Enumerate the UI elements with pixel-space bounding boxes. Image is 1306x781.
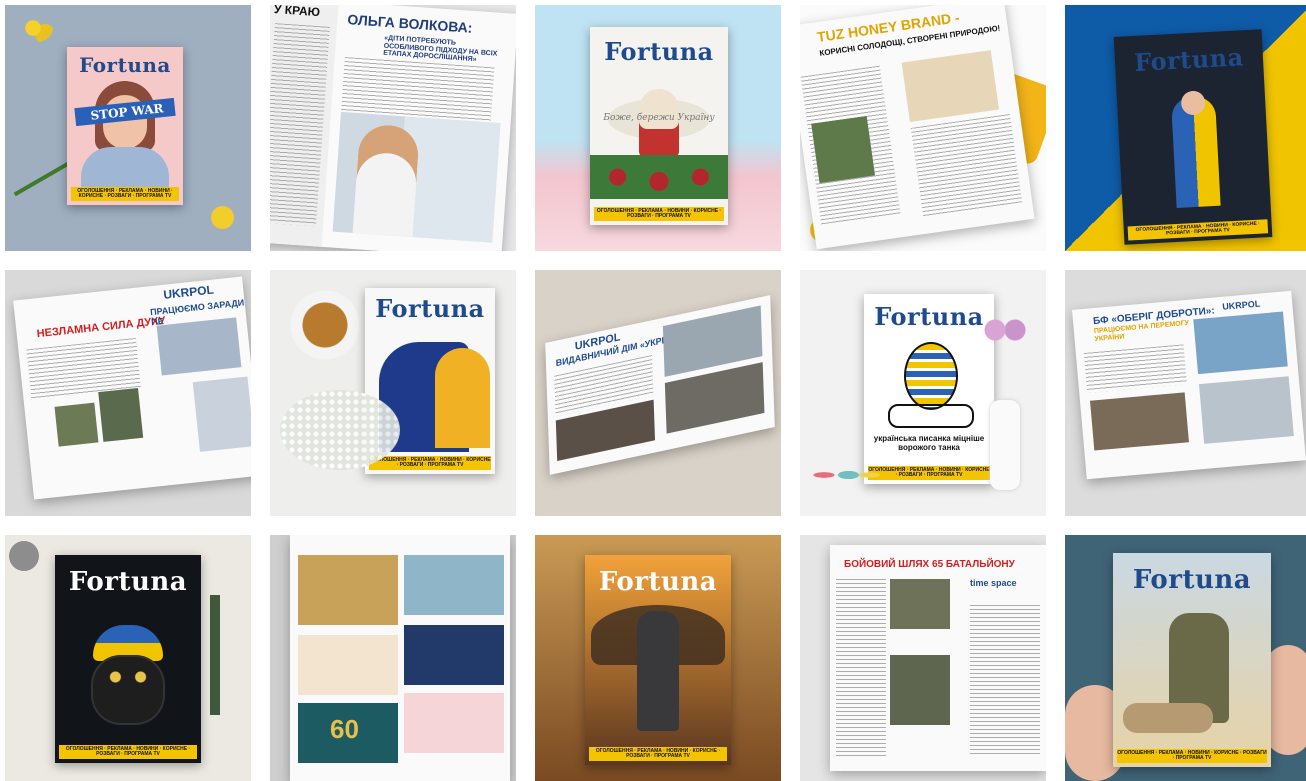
flowers-decoration bbox=[13, 13, 53, 43]
people-photo bbox=[1198, 376, 1294, 444]
rose-field bbox=[590, 155, 728, 199]
sandbags bbox=[1123, 703, 1213, 733]
yellow-shape bbox=[435, 348, 490, 448]
building-photo bbox=[1193, 311, 1288, 375]
honey-products-photo bbox=[901, 50, 1000, 123]
magazine-spread: 60 bbox=[290, 535, 510, 781]
cover-slogan: українська писанка міцніше ворожого танк… bbox=[873, 434, 985, 452]
magazine-logo: Fortuna bbox=[604, 37, 714, 66]
magazine-logo: Fortuna bbox=[1133, 42, 1245, 77]
text-columns bbox=[970, 605, 1040, 755]
portfolio-grid: Fortuna STOP WAR ОГОЛОШЕННЯ · РЕКЛАМА · … bbox=[5, 5, 1306, 781]
magazine-spread: БФ «ОБЕРІГ ДОБРОТИ»: ПРАЦЮЄМО НА ПЕРЕМОГ… bbox=[1072, 290, 1306, 480]
article-headline: НЕЗЛАМНА СИЛА ДУХУ bbox=[36, 314, 166, 341]
child-shirt bbox=[81, 147, 169, 187]
tank-drawing bbox=[888, 404, 974, 428]
tile-stop-war-cover[interactable]: Fortuna STOP WAR ОГОЛОШЕННЯ · РЕКЛАМА · … bbox=[5, 5, 251, 251]
soldiers-photo bbox=[890, 579, 950, 629]
warrior-figure bbox=[637, 611, 679, 731]
babys-breath-flowers bbox=[280, 390, 400, 470]
magazine-spread: У КРАЮ ОЛЬГА ВОЛКОВА: «ДІТИ ПОТРЕБУЮТЬ О… bbox=[270, 5, 516, 251]
angel-figure bbox=[639, 89, 679, 159]
article-headline: ОЛЬГА ВОЛКОВА: bbox=[346, 11, 473, 36]
tile-volkova-spread[interactable]: У КРАЮ ОЛЬГА ВОЛКОВА: «ДІТИ ПОТРЕБУЮТЬ О… bbox=[270, 5, 516, 251]
magazine-logo: Fortuna bbox=[68, 567, 188, 597]
magazine-logo: Fortuna bbox=[79, 53, 171, 77]
tile-held-cover[interactable]: Fortuna ОГОЛОШЕННЯ · РЕКЛАМА · НОВИНИ · … bbox=[1065, 535, 1306, 781]
easter-eggs bbox=[810, 460, 880, 490]
text-columns bbox=[1083, 344, 1187, 393]
beekeeper-photo bbox=[811, 115, 876, 184]
tile-battalion-spread[interactable]: БОЙОВИЙ ШЛЯХ 65 БАТАЛЬЙОНУ time space bbox=[800, 535, 1046, 781]
tile-oberig-spread[interactable]: БФ «ОБЕРІГ ДОБРОТИ»: ПРАЦЮЄМО НА ПЕРЕМОГ… bbox=[1065, 270, 1306, 516]
tile-coffee-cover[interactable]: Fortuna ОГОЛОШЕННЯ · РЕКЛАМА · НОВИНИ · … bbox=[270, 270, 516, 516]
magazine-cover: Fortuna Боже, бережи Україну ОГОЛОШЕННЯ … bbox=[590, 27, 728, 225]
volunteer-photo bbox=[1089, 392, 1189, 451]
magazine-logo: Fortuna bbox=[874, 302, 984, 331]
magazine-cover: Fortuna ОГОЛОШЕННЯ · РЕКЛАМА · НОВИНИ · … bbox=[1113, 553, 1271, 767]
cover-footer: ОГОЛОШЕННЯ · РЕКЛАМА · НОВИНИ · КОРИСНЕ … bbox=[59, 745, 197, 759]
man-photo bbox=[192, 376, 251, 452]
greeting-card bbox=[404, 625, 504, 685]
cover-footer: ОГОЛОШЕННЯ · РЕКЛАМА · НОВИНИ · КОРИСНЕ … bbox=[1127, 219, 1269, 241]
magazine-logo: Fortuna bbox=[375, 294, 485, 323]
magazine-spread: БОЙОВИЙ ШЛЯХ 65 БАТАЛЬЙОНУ time space bbox=[830, 545, 1046, 771]
kitten-eyes bbox=[107, 671, 149, 683]
greeting-card bbox=[298, 555, 398, 625]
soldier-photo bbox=[98, 388, 144, 442]
flowers-decoration bbox=[200, 195, 245, 240]
tulips-vase bbox=[990, 400, 1020, 490]
tile-kitten-cover[interactable]: Fortuna ОГОЛОШЕННЯ · РЕКЛАМА · НОВИНИ · … bbox=[5, 535, 251, 781]
tile-greetings-spread[interactable]: 60 bbox=[270, 535, 516, 781]
magazine-cover: Fortuna українська писанка міцніше ворож… bbox=[864, 294, 994, 484]
brand-logo: time space bbox=[970, 578, 1017, 588]
kitten bbox=[91, 655, 165, 725]
magazine-logo: Fortuna bbox=[598, 567, 718, 597]
anniversary-number: 60 bbox=[330, 714, 359, 744]
tile-honey-spread[interactable]: TUZ HONEY BRAND - КОРИСНІ СОЛОДОЩІ, СТВО… bbox=[800, 5, 1046, 251]
soldiers-photo bbox=[890, 655, 950, 725]
tulips bbox=[980, 310, 1030, 350]
magazine-cover: Fortuna ОГОЛОШЕННЯ · РЕКЛАМА · НОВИНИ · … bbox=[585, 555, 731, 765]
cover-script-text: Боже, бережи Україну bbox=[603, 113, 715, 123]
magazine-cover: Fortuna ОГОЛОШЕННЯ · РЕКЛАМА · НОВИНИ · … bbox=[1113, 29, 1273, 245]
cover-footer: ОГОЛОШЕННЯ · РЕКЛАМА · НОВИНИ · КОРИСНЕ … bbox=[369, 456, 491, 470]
magazine-spread: TUZ HONEY BRAND - КОРИСНІ СОЛОДОЩІ, СТВО… bbox=[800, 5, 1035, 250]
pysanka-egg bbox=[904, 342, 958, 410]
magazine-logo: Fortuna bbox=[1132, 565, 1252, 595]
pinecone-decoration bbox=[9, 541, 39, 571]
greeting-card bbox=[298, 635, 398, 695]
hand-right bbox=[1265, 645, 1306, 755]
text-columns bbox=[836, 579, 886, 759]
magazine-spread: UKRPOL ВИДАВНИЧИЙ ДІМ «УКРПОЛ» bbox=[545, 295, 775, 475]
tile-ukraine-cover[interactable]: Fortuna ОГОЛОШЕННЯ · РЕКЛАМА · НОВИНИ · … bbox=[1065, 5, 1306, 251]
article-headline: БОЙОВИЙ ШЛЯХ 65 БАТАЛЬЙОНУ bbox=[844, 559, 1015, 570]
soldier-photo bbox=[54, 402, 99, 447]
magazine-spread: НЕЗЛАМНА СИЛА ДУХУ UKRPOL ПРАЦЮЄМО ЗАРАД… bbox=[13, 276, 251, 500]
text-columns bbox=[910, 114, 1023, 218]
tile-spirit-spread[interactable]: НЕЗЛАМНА СИЛА ДУХУ UKRPOL ПРАЦЮЄМО ЗАРАД… bbox=[5, 270, 251, 516]
tile-warrior-cover[interactable]: Fortuna ОГОЛОШЕННЯ · РЕКЛАМА · НОВИНИ · … bbox=[535, 535, 781, 781]
cover-footer: ОГОЛОШЕННЯ · РЕКЛАМА · НОВИНИ · КОРИСНЕ … bbox=[589, 747, 727, 761]
fir-branch bbox=[210, 595, 220, 715]
cover-footer: ОГОЛОШЕННЯ · РЕКЛАМА · НОВИНИ · КОРИСНЕ … bbox=[1117, 749, 1267, 763]
group-photo bbox=[156, 317, 242, 376]
tile-angel-cover[interactable]: Fortuna Боже, бережи Україну ОГОЛОШЕННЯ … bbox=[535, 5, 781, 251]
magazine-cover: Fortuna ОГОЛОШЕННЯ · РЕКЛАМА · НОВИНИ · … bbox=[55, 555, 201, 763]
brand-logo: UKRPOL bbox=[162, 282, 215, 302]
greeting-card bbox=[404, 693, 504, 753]
magazine-cover: Fortuna STOP WAR ОГОЛОШЕННЯ · РЕКЛАМА · … bbox=[67, 47, 183, 205]
tile-ukrpol-spread[interactable]: UKRPOL ВИДАВНИЧИЙ ДІМ «УКРПОЛ» bbox=[535, 270, 781, 516]
cover-footer: ОГОЛОШЕННЯ · РЕКЛАМА · НОВИНИ · КОРИСНЕ … bbox=[594, 207, 724, 221]
brand-logo: UKRPOL bbox=[1221, 298, 1261, 312]
cover-footer: ОГОЛОШЕННЯ · РЕКЛАМА · НОВИНИ · КОРИСНЕ … bbox=[868, 466, 990, 480]
tile-easter-cover[interactable]: Fortuna українська писанка міцніше ворож… bbox=[800, 270, 1046, 516]
greeting-card bbox=[404, 555, 504, 615]
doctor-figure bbox=[352, 123, 421, 238]
coffee-cup bbox=[290, 290, 360, 360]
cover-footer: ОГОЛОШЕННЯ · РЕКЛАМА · НОВИНИ · КОРИСНЕ … bbox=[71, 187, 179, 201]
